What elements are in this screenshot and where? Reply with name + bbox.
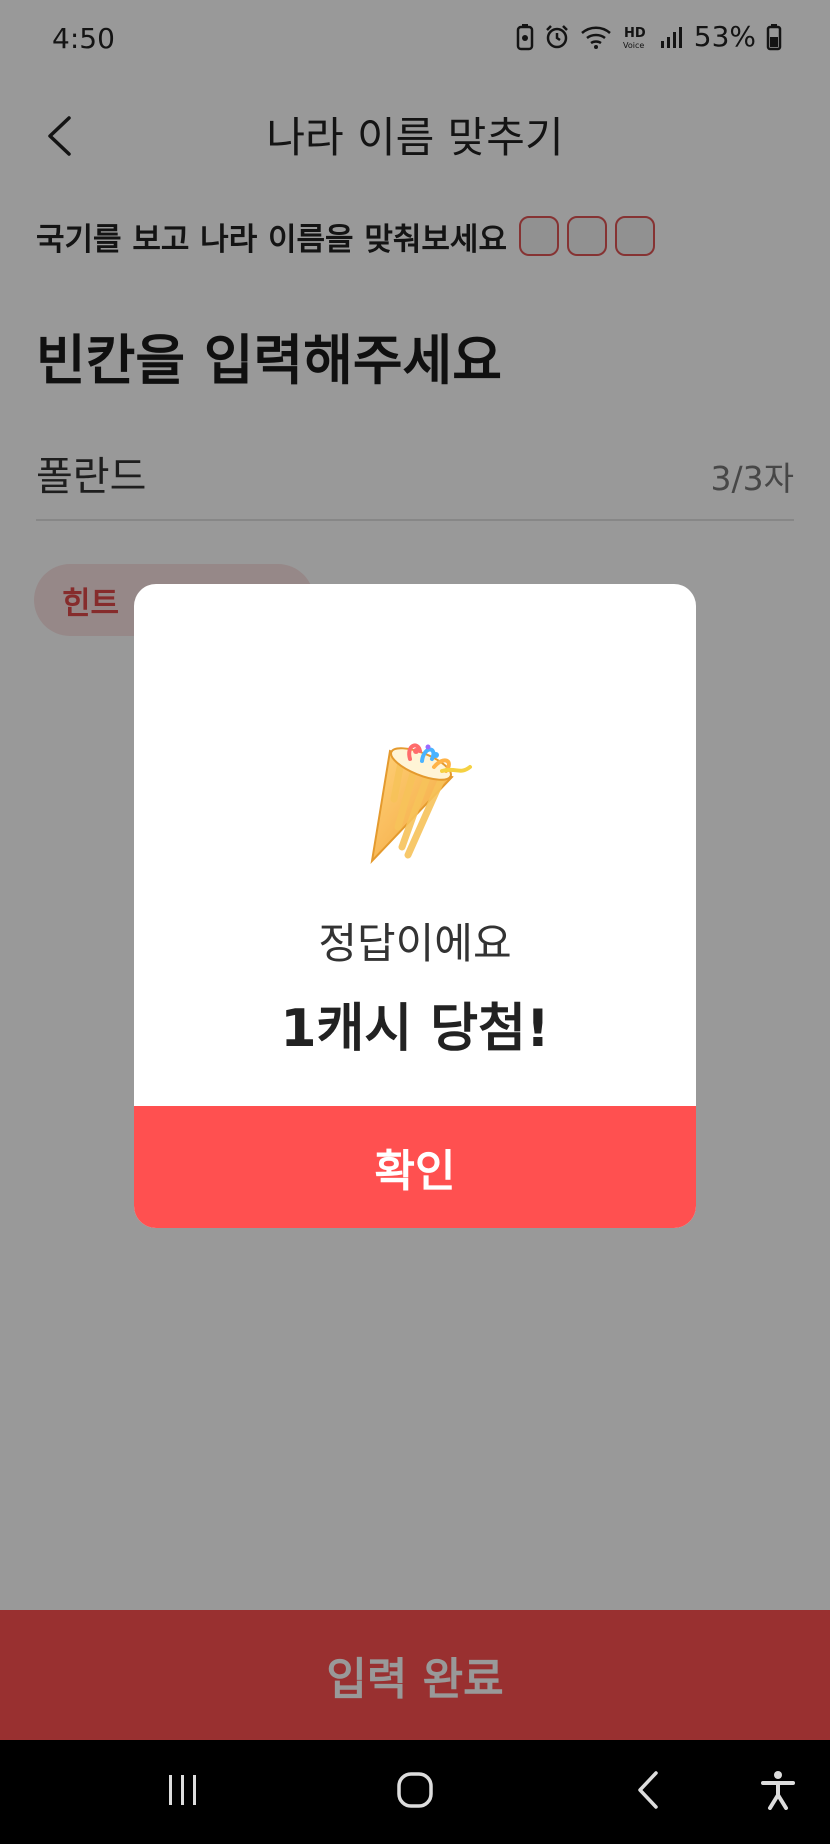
accessibility-button[interactable] bbox=[728, 1740, 828, 1844]
confirm-button[interactable]: 확인 bbox=[134, 1106, 696, 1228]
back-icon bbox=[636, 1770, 660, 1814]
recent-apps-button[interactable] bbox=[133, 1740, 233, 1844]
confirm-label: 확인 bbox=[374, 1146, 456, 1197]
dialog-message: 정답이에요 bbox=[318, 919, 512, 968]
party-popper-icon bbox=[134, 704, 696, 894]
result-dialog: 정답이에요 1캐시 당첨! 확인 bbox=[134, 584, 696, 1228]
home-button[interactable] bbox=[365, 1740, 465, 1844]
recent-apps-icon bbox=[166, 1773, 200, 1811]
accessibility-icon bbox=[760, 1770, 796, 1814]
home-icon bbox=[396, 1771, 434, 1813]
dialog-reward: 1캐시 당첨! bbox=[280, 999, 550, 1059]
nav-back-button[interactable] bbox=[598, 1740, 698, 1844]
